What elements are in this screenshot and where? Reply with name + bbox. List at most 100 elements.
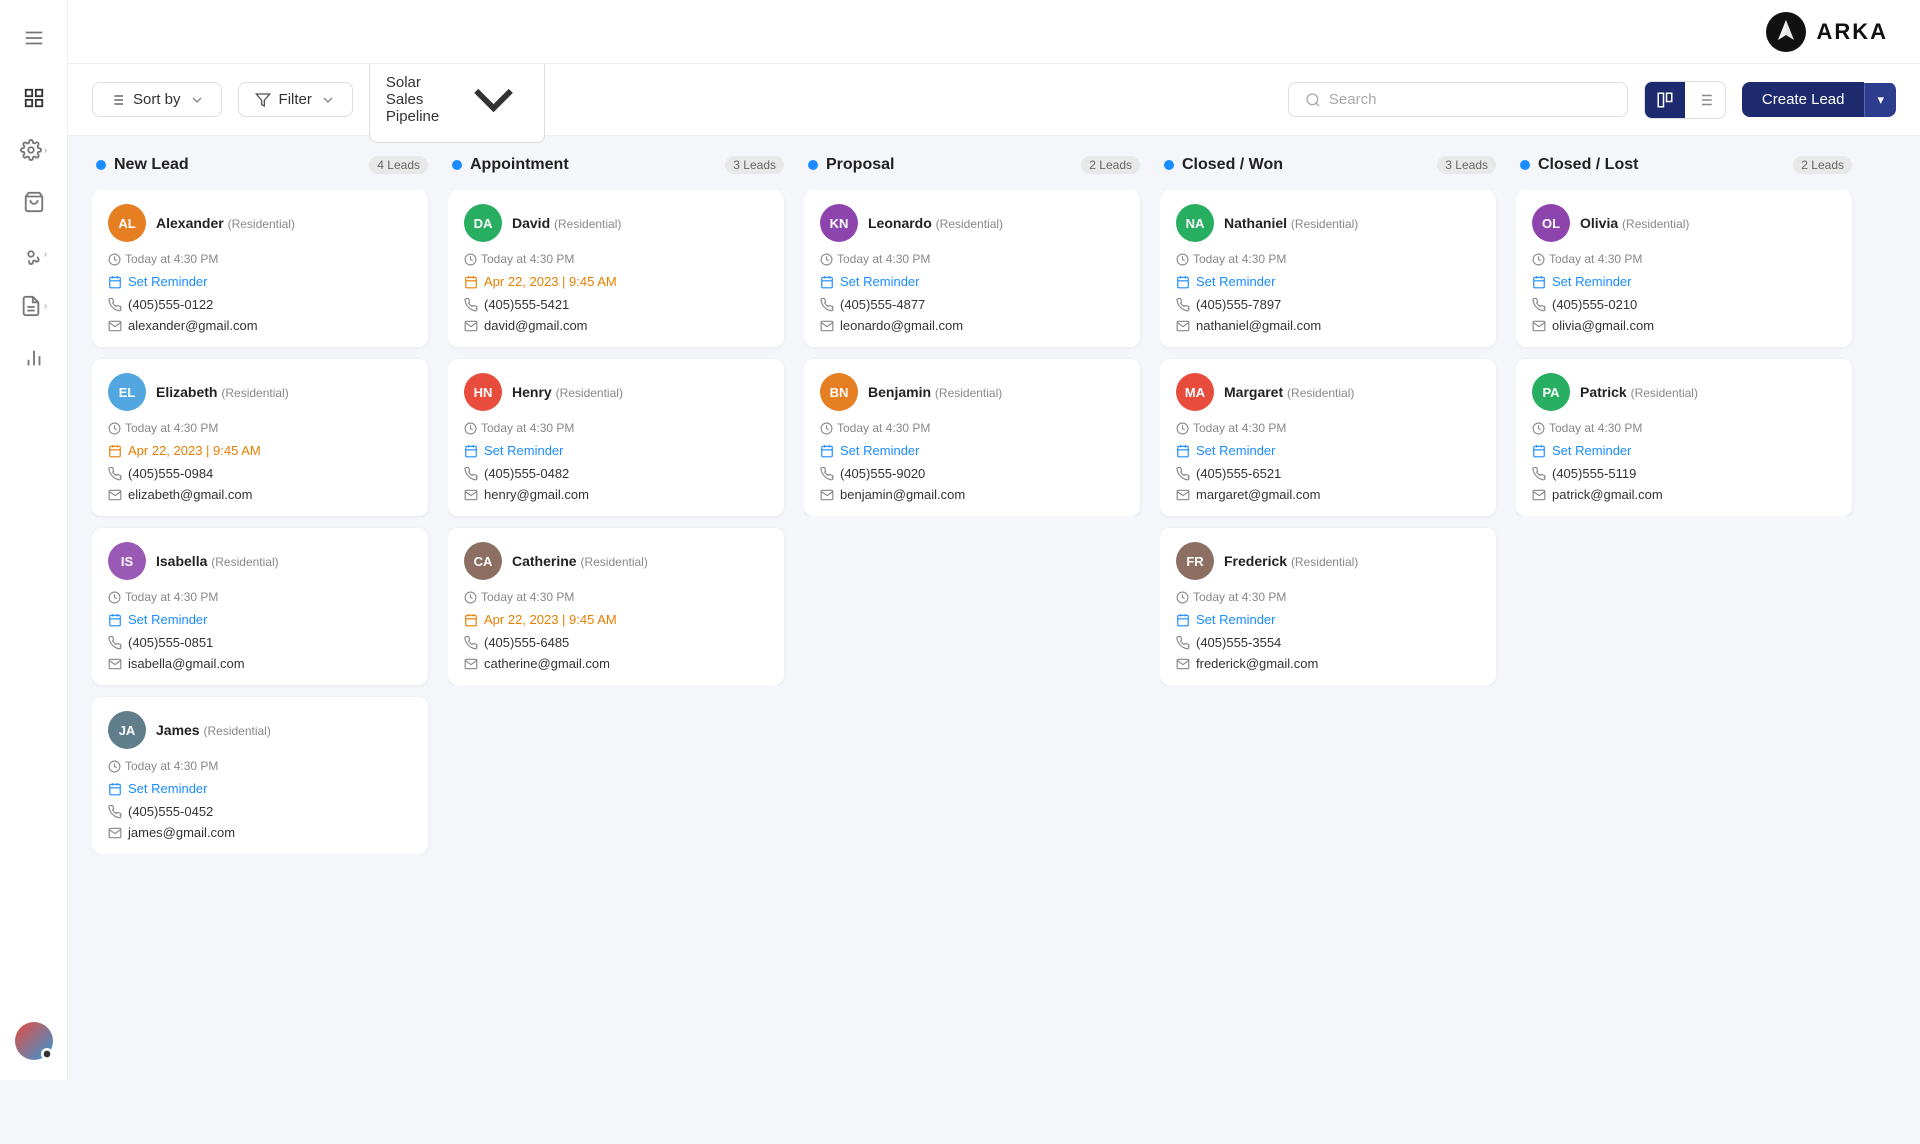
card-reminder-james[interactable]: Set Reminder: [108, 781, 412, 796]
card-type-catherine: (Residential): [580, 555, 647, 569]
col-dot-closed-won: [1164, 160, 1174, 170]
filter-button[interactable]: Filter: [238, 82, 353, 117]
clock-icon: [820, 253, 833, 266]
card-header-frederick: FR Frederick (Residential): [1176, 542, 1480, 580]
card-header-isabella: IS Isabella (Residential): [108, 542, 412, 580]
avatar-henry: HN: [464, 373, 502, 411]
sidebar-item-menu[interactable]: [12, 16, 56, 60]
create-lead-main[interactable]: Create Lead: [1742, 82, 1865, 117]
sidebar-item-dashboard[interactable]: [12, 76, 56, 120]
card-time-isabella: Today at 4:30 PM: [108, 590, 412, 604]
card-isabella[interactable]: IS Isabella (Residential) Today at 4:30 …: [92, 528, 428, 685]
card-leonardo[interactable]: KN Leonardo (Residential) Today at 4:30 …: [804, 190, 1140, 347]
col-dot-closed-lost: [1520, 160, 1530, 170]
sidebar-item-settings[interactable]: ›: [12, 128, 56, 172]
sort-by-button[interactable]: Sort by: [92, 82, 222, 117]
top-header: ARKA: [68, 0, 1920, 64]
col-scroll-proposal: KN Leonardo (Residential) Today at 4:30 …: [804, 190, 1144, 516]
card-reminder-olivia[interactable]: Set Reminder: [1532, 274, 1836, 289]
clock-icon: [108, 422, 121, 435]
email-icon: [1176, 488, 1190, 502]
card-header-david: DA David (Residential): [464, 204, 768, 242]
avatar-benjamin: BN: [820, 373, 858, 411]
sidebar-item-config[interactable]: ›: [12, 232, 56, 276]
calendar-icon: [108, 444, 122, 458]
avatar-leonardo: KN: [820, 204, 858, 242]
sort-chevron-icon: [189, 92, 205, 108]
clock-icon: [1532, 422, 1545, 435]
card-email-isabella: isabella@gmail.com: [108, 656, 412, 671]
card-type-henry: (Residential): [556, 386, 623, 400]
col-badge-appointment: 3 Leads: [725, 156, 784, 174]
card-reminder-frederick[interactable]: Set Reminder: [1176, 612, 1480, 627]
card-olivia[interactable]: OL Olivia (Residential) Today at 4:30 PM…: [1516, 190, 1852, 347]
column-appointment: Appointment 3 Leads DA David (Residentia…: [448, 156, 788, 1124]
card-reminder-isabella[interactable]: Set Reminder: [108, 612, 412, 627]
card-header-henry: HN Henry (Residential): [464, 373, 768, 411]
card-reminder-leonardo[interactable]: Set Reminder: [820, 274, 1124, 289]
card-reminder-benjamin[interactable]: Set Reminder: [820, 443, 1124, 458]
card-henry[interactable]: HN Henry (Residential) Today at 4:30 PM …: [448, 359, 784, 516]
card-email-catherine: catherine@gmail.com: [464, 656, 768, 671]
card-reminder-nathaniel[interactable]: Set Reminder: [1176, 274, 1480, 289]
sidebar-item-bag[interactable]: [12, 180, 56, 224]
card-email-david: david@gmail.com: [464, 318, 768, 333]
column-header-new-lead: New Lead 4 Leads: [92, 156, 432, 178]
user-avatar[interactable]: [15, 1022, 53, 1060]
reminder-cal-icon: [820, 444, 834, 458]
reminder-cal-icon: [1176, 444, 1190, 458]
card-reminder-patrick[interactable]: Set Reminder: [1532, 443, 1836, 458]
card-time-david: Today at 4:30 PM: [464, 252, 768, 266]
card-reminder-alexander[interactable]: Set Reminder: [108, 274, 412, 289]
avatar-olivia: OL: [1532, 204, 1570, 242]
email-icon: [464, 657, 478, 671]
search-icon: [1305, 92, 1321, 108]
list-icon: [1696, 91, 1714, 109]
card-name-margaret: Margaret (Residential): [1224, 384, 1354, 400]
email-icon: [108, 826, 122, 840]
sidebar-item-docs[interactable]: ›: [12, 284, 56, 328]
card-email-frederick: frederick@gmail.com: [1176, 656, 1480, 671]
card-james[interactable]: JA James (Residential) Today at 4:30 PM …: [92, 697, 428, 854]
create-lead-button[interactable]: Create Lead ▾: [1742, 82, 1896, 117]
pipeline-select[interactable]: Solar Sales Pipeline: [369, 56, 545, 143]
kanban-view-button[interactable]: [1645, 82, 1685, 118]
card-elizabeth[interactable]: EL Elizabeth (Residential) Today at 4:30…: [92, 359, 428, 516]
card-time-margaret: Today at 4:30 PM: [1176, 421, 1480, 435]
card-reminder-margaret[interactable]: Set Reminder: [1176, 443, 1480, 458]
card-phone-alexander: (405)555-0122: [108, 297, 412, 312]
card-phone-patrick: (405)555-5119: [1532, 466, 1836, 481]
card-nathaniel[interactable]: NA Nathaniel (Residential) Today at 4:30…: [1160, 190, 1496, 347]
card-alexander[interactable]: AL Alexander (Residential) Today at 4:30…: [92, 190, 428, 347]
card-reminder-henry[interactable]: Set Reminder: [464, 443, 768, 458]
card-david[interactable]: DA David (Residential) Today at 4:30 PM …: [448, 190, 784, 347]
card-type-david: (Residential): [554, 217, 621, 231]
card-header-nathaniel: NA Nathaniel (Residential): [1176, 204, 1480, 242]
sort-label: Sort by: [133, 91, 181, 108]
phone-icon: [464, 467, 478, 481]
card-patrick[interactable]: PA Patrick (Residential) Today at 4:30 P…: [1516, 359, 1852, 516]
create-lead-dropdown[interactable]: ▾: [1864, 83, 1896, 117]
clock-icon: [1176, 591, 1189, 604]
reminder-cal-icon: [1532, 275, 1546, 289]
avatar-nathaniel: NA: [1176, 204, 1214, 242]
list-view-button[interactable]: [1685, 82, 1725, 118]
toolbar: Sort by Filter Solar Sales Pipeline Sear…: [68, 64, 1920, 136]
sidebar-item-chart[interactable]: [12, 336, 56, 380]
card-name-leonardo: Leonardo (Residential): [868, 215, 1003, 231]
card-header-elizabeth: EL Elizabeth (Residential): [108, 373, 412, 411]
card-catherine[interactable]: CA Catherine (Residential) Today at 4:30…: [448, 528, 784, 685]
card-frederick[interactable]: FR Frederick (Residential) Today at 4:30…: [1160, 528, 1496, 685]
col-badge-new-lead: 4 Leads: [369, 156, 428, 174]
email-icon: [820, 488, 834, 502]
column-header-closed-won: Closed / Won 3 Leads: [1160, 156, 1500, 178]
email-icon: [1532, 319, 1546, 333]
card-name-james: James (Residential): [156, 722, 271, 738]
card-benjamin[interactable]: BN Benjamin (Residential) Today at 4:30 …: [804, 359, 1140, 516]
col-scroll-closed-lost: OL Olivia (Residential) Today at 4:30 PM…: [1516, 190, 1856, 516]
card-email-henry: henry@gmail.com: [464, 487, 768, 502]
card-name-olivia: Olivia (Residential): [1580, 215, 1689, 231]
card-phone-james: (405)555-0452: [108, 804, 412, 819]
search-box[interactable]: Search: [1288, 82, 1628, 117]
card-margaret[interactable]: MA Margaret (Residential) Today at 4:30 …: [1160, 359, 1496, 516]
